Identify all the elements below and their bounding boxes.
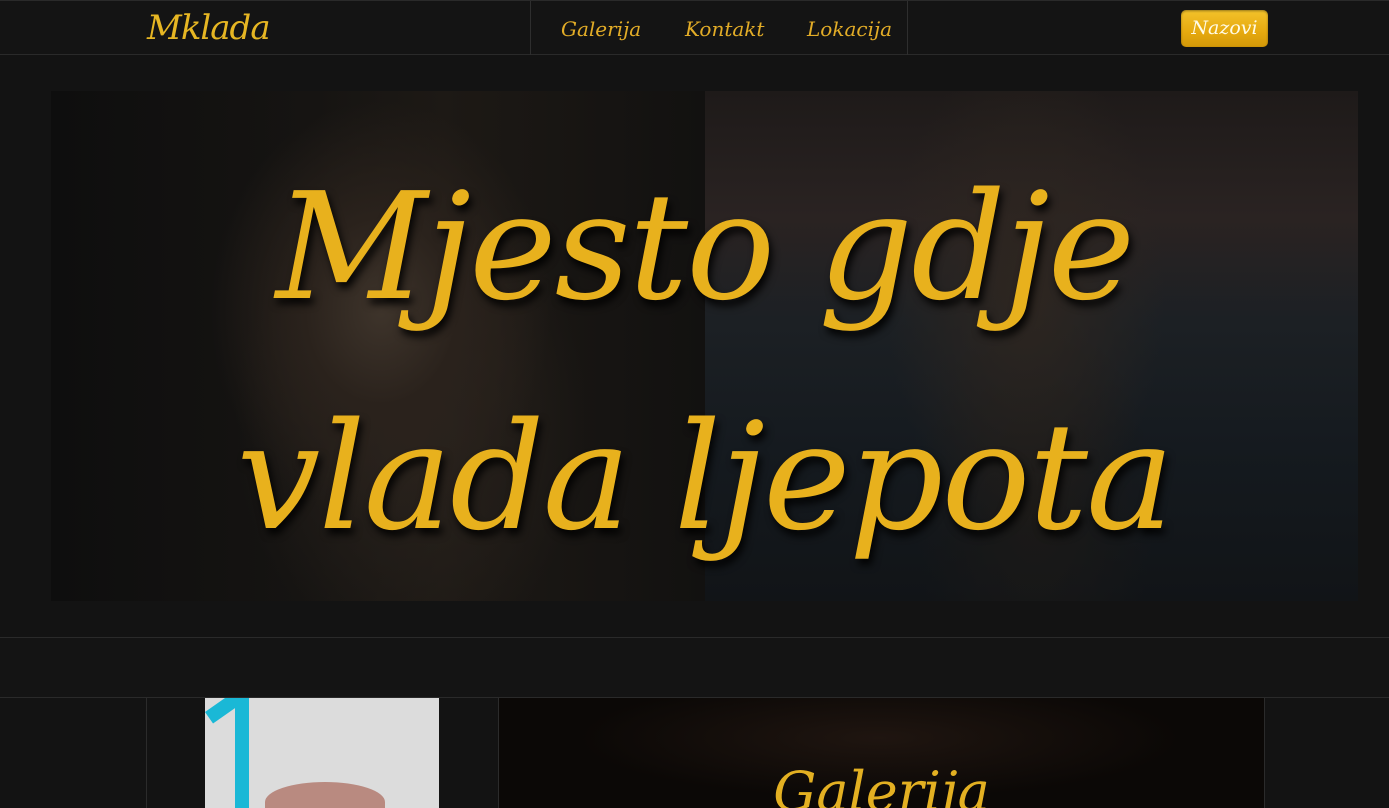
nav-item-galerija[interactable]: Galerija (561, 1, 641, 55)
site-header: Mklada Galerija Kontakt Lokacija Nazovi (0, 0, 1389, 55)
thumbnail-subject (265, 782, 385, 808)
hero-banner: Mjesto gdje vlada ljepota (51, 91, 1358, 601)
section-divider-band (0, 637, 1389, 698)
hero-headline-line2: vlada ljepota (236, 391, 1175, 563)
main-nav: Galerija Kontakt Lokacija (530, 1, 908, 55)
thumbnail-frame-bar (205, 698, 336, 724)
column-divider (1264, 698, 1265, 808)
call-button[interactable]: Nazovi (1181, 10, 1268, 47)
hero-headline-line1: Mjesto gdje (275, 161, 1136, 333)
nav-item-kontakt[interactable]: Kontakt (685, 1, 764, 55)
thumbnail-frame-bar (235, 698, 249, 808)
gallery-title: Galerija (773, 760, 990, 808)
gallery-panel[interactable]: Galerija (499, 698, 1264, 808)
site-logo[interactable]: Mklada (147, 5, 271, 51)
gallery-thumbnail[interactable] (205, 698, 439, 808)
nav-item-lokacija[interactable]: Lokacija (807, 1, 892, 55)
column-divider (146, 698, 147, 808)
